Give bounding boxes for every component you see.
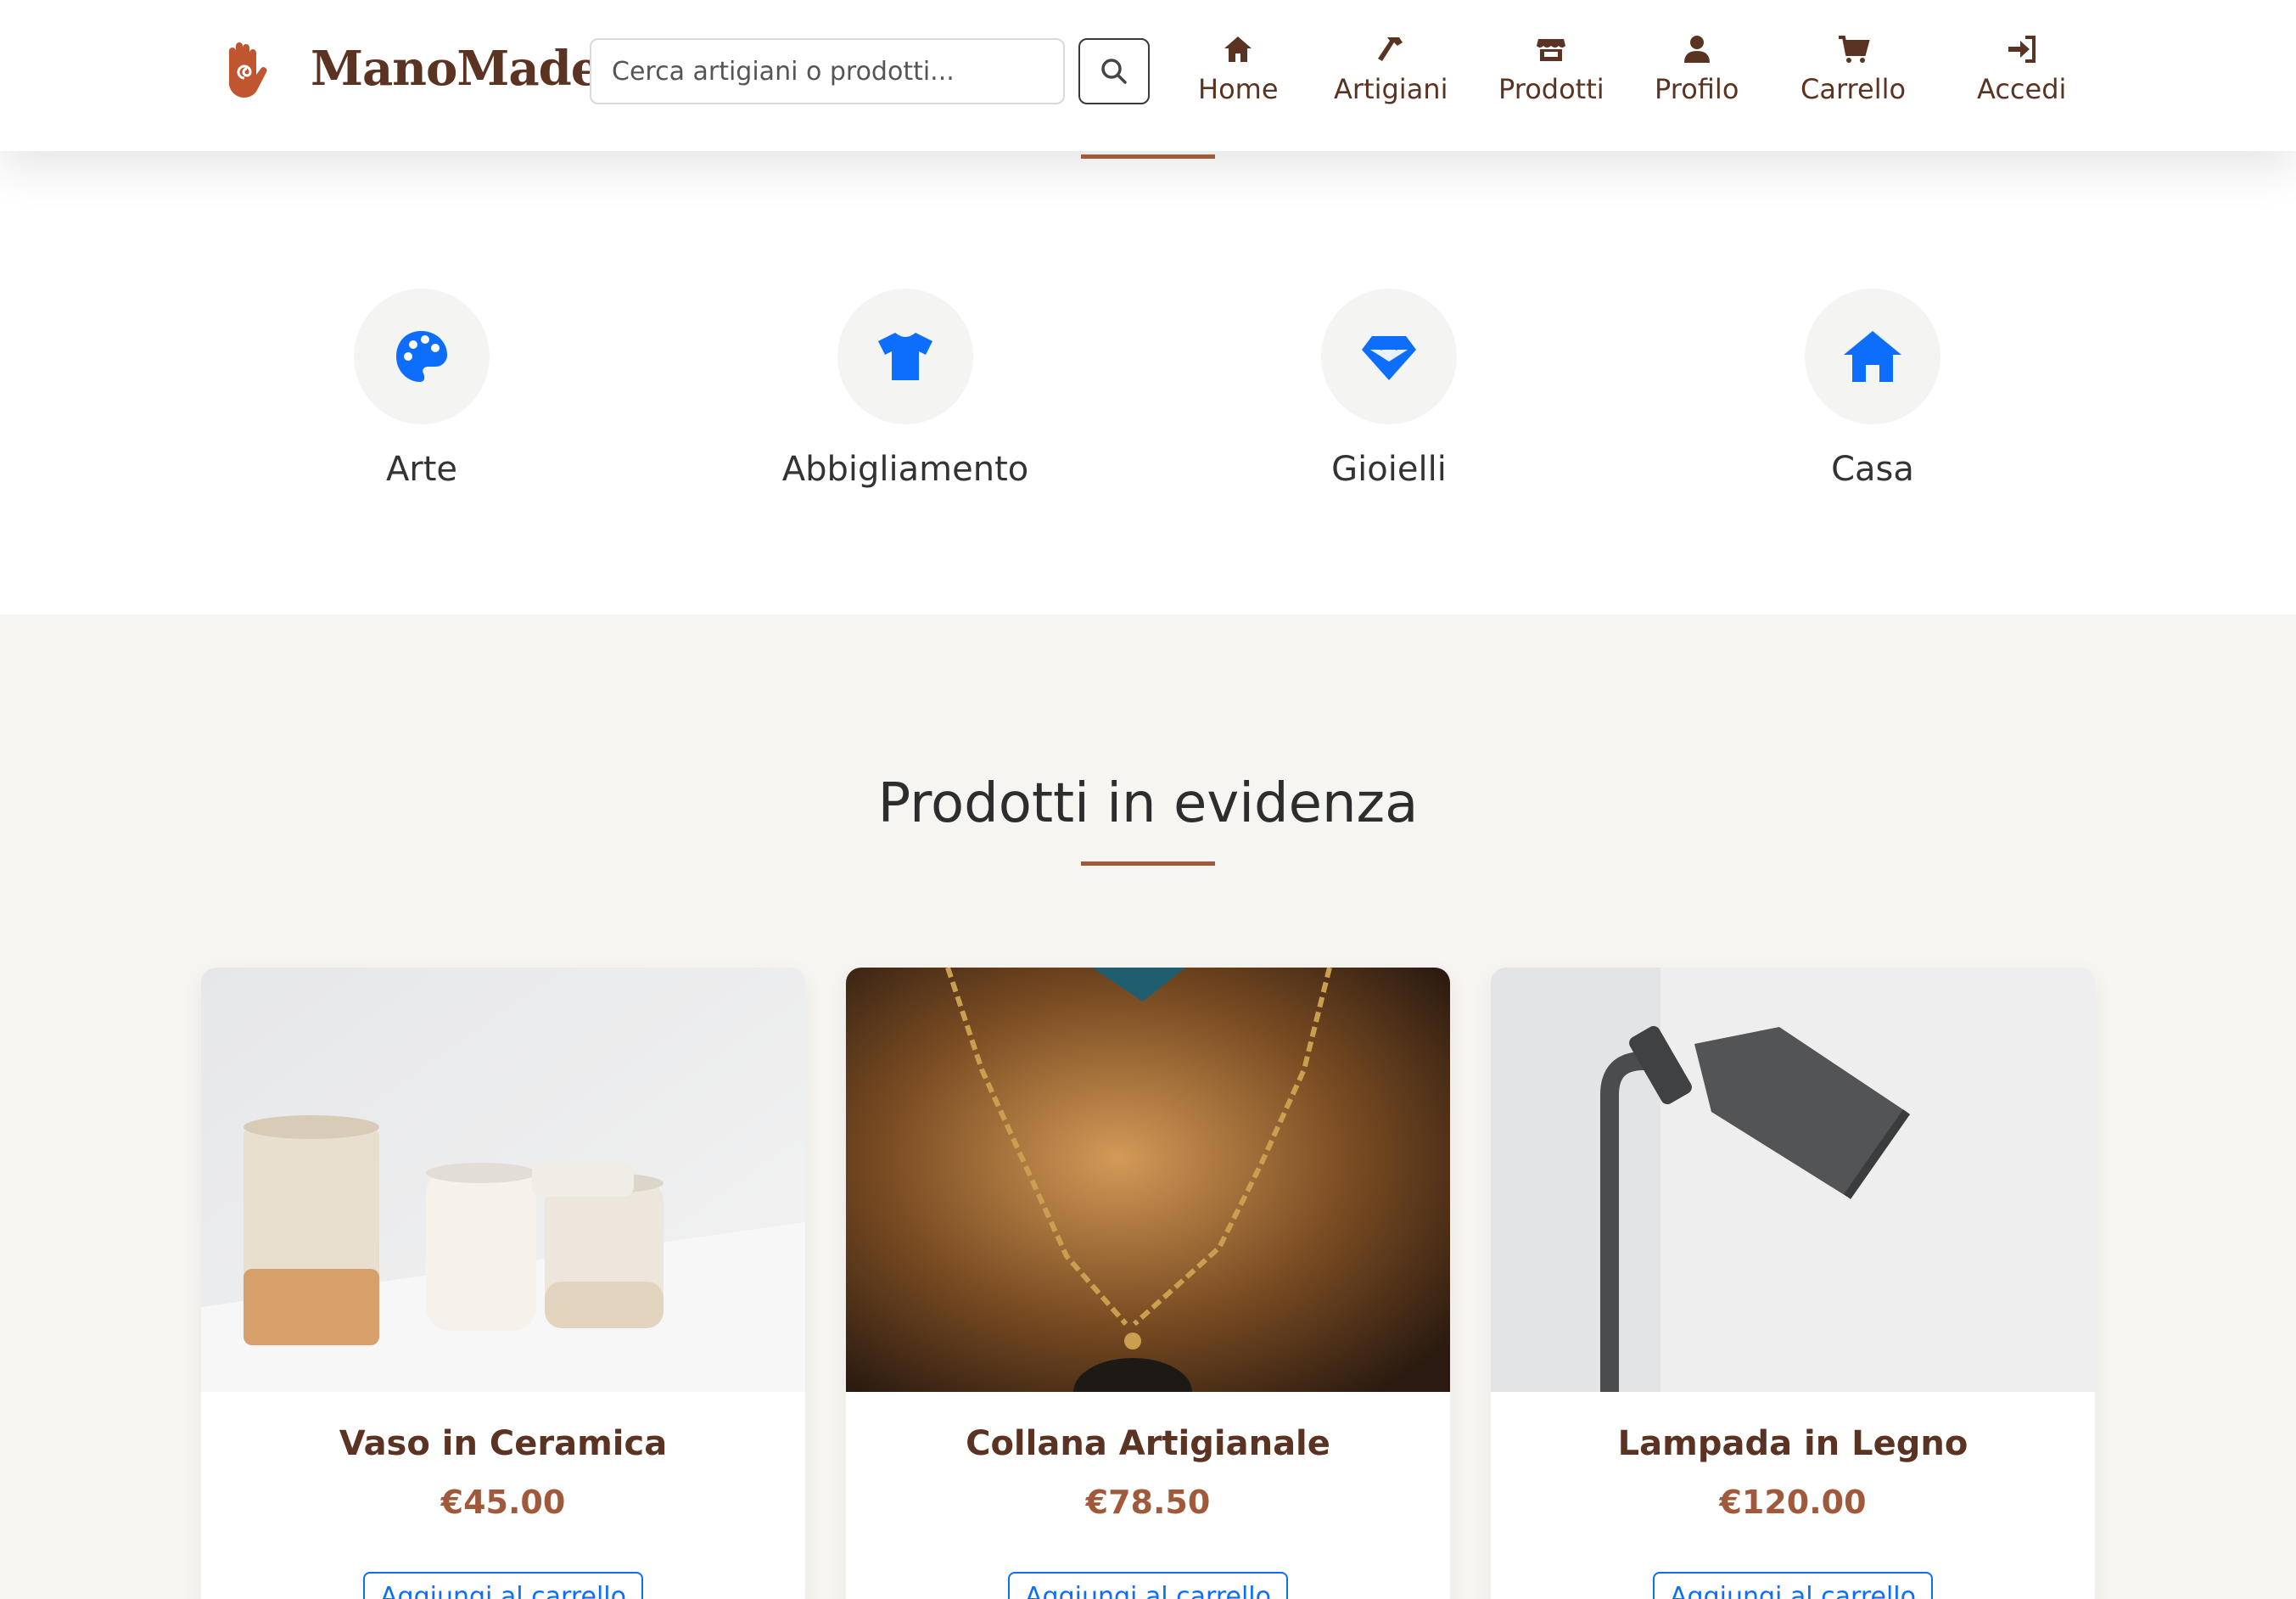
- product-name[interactable]: Collana Artigianale: [846, 1424, 1450, 1463]
- category-label: Gioielli: [1331, 450, 1447, 489]
- category-icon-wrapper: [354, 289, 490, 424]
- add-to-cart-button[interactable]: Aggiungi al carrello: [363, 1572, 643, 1599]
- nav-profilo-label: Profilo: [1655, 73, 1739, 105]
- product-image[interactable]: [201, 968, 805, 1392]
- product-name[interactable]: Vaso in Ceramica: [201, 1424, 805, 1463]
- site-header: ManoMade Home Artigiani Prodotti Profilo…: [0, 0, 2296, 151]
- category-icon-wrapper: [1321, 289, 1457, 424]
- hand-logo-icon[interactable]: [219, 41, 270, 102]
- search-button[interactable]: [1078, 38, 1150, 104]
- sign-in-icon: [2008, 36, 2036, 63]
- product-card[interactable]: Vaso in Ceramica €45.00 Aggiungi al carr…: [201, 968, 805, 1599]
- product-name[interactable]: Lampada in Legno: [1491, 1424, 2095, 1463]
- category-gioielli[interactable]: Gioielli: [1219, 289, 1559, 489]
- product-price: €45.00: [440, 1484, 566, 1521]
- nav-profilo[interactable]: Profilo: [1655, 32, 1739, 117]
- section-divider: [1081, 154, 1215, 159]
- product-price: €120.00: [1719, 1484, 1867, 1521]
- nav-home[interactable]: Home: [1198, 32, 1279, 117]
- category-icon-wrapper: [837, 289, 973, 424]
- nav-carrello[interactable]: Carrello: [1800, 32, 1906, 117]
- hammer-icon: [1378, 37, 1403, 61]
- home-icon: [1224, 36, 1252, 62]
- category-icon-wrapper: [1805, 289, 1940, 424]
- nav-artigiani[interactable]: Artigiani: [1334, 32, 1448, 117]
- featured-title: Prodotti in evidenza: [877, 772, 1419, 835]
- search-input[interactable]: [590, 38, 1065, 104]
- add-to-cart-button[interactable]: Aggiungi al carrello: [1653, 1572, 1933, 1599]
- house-icon: [1844, 331, 1901, 382]
- brand-name[interactable]: ManoMade: [311, 41, 601, 97]
- shirt-icon: [878, 333, 932, 380]
- category-arte[interactable]: Arte: [252, 289, 591, 489]
- nav-accedi[interactable]: Accedi: [1977, 32, 2066, 117]
- category-casa[interactable]: Casa: [1703, 289, 2042, 489]
- search-icon: [1101, 59, 1127, 84]
- product-image[interactable]: [846, 968, 1450, 1392]
- user-icon: [1683, 36, 1710, 63]
- category-label: Casa: [1831, 450, 1914, 489]
- nav-prodotti-label: Prodotti: [1498, 73, 1604, 105]
- category-abbigliamento[interactable]: Abbigliamento: [736, 289, 1075, 489]
- product-card[interactable]: Collana Artigianale €78.50 Aggiungi al c…: [846, 968, 1450, 1599]
- nav-accedi-label: Accedi: [1977, 73, 2067, 105]
- product-card[interactable]: Lampada in Legno €120.00 Aggiungi al car…: [1491, 968, 2095, 1599]
- nav-prodotti[interactable]: Prodotti: [1498, 32, 1604, 117]
- category-label: Abbigliamento: [781, 450, 1029, 489]
- section-divider: [1081, 861, 1215, 866]
- store-icon: [1537, 39, 1566, 61]
- palette-icon: [396, 331, 447, 382]
- cart-icon: [1839, 36, 1870, 63]
- gem-icon: [1362, 336, 1416, 380]
- nav-artigiani-label: Artigiani: [1334, 73, 1448, 105]
- nav-carrello-label: Carrello: [1800, 73, 1907, 105]
- add-to-cart-button[interactable]: Aggiungi al carrello: [1008, 1572, 1288, 1599]
- nav-home-label: Home: [1198, 73, 1279, 105]
- category-label: Arte: [385, 450, 458, 489]
- product-price: €78.50: [1085, 1484, 1211, 1521]
- product-image[interactable]: [1491, 968, 2095, 1392]
